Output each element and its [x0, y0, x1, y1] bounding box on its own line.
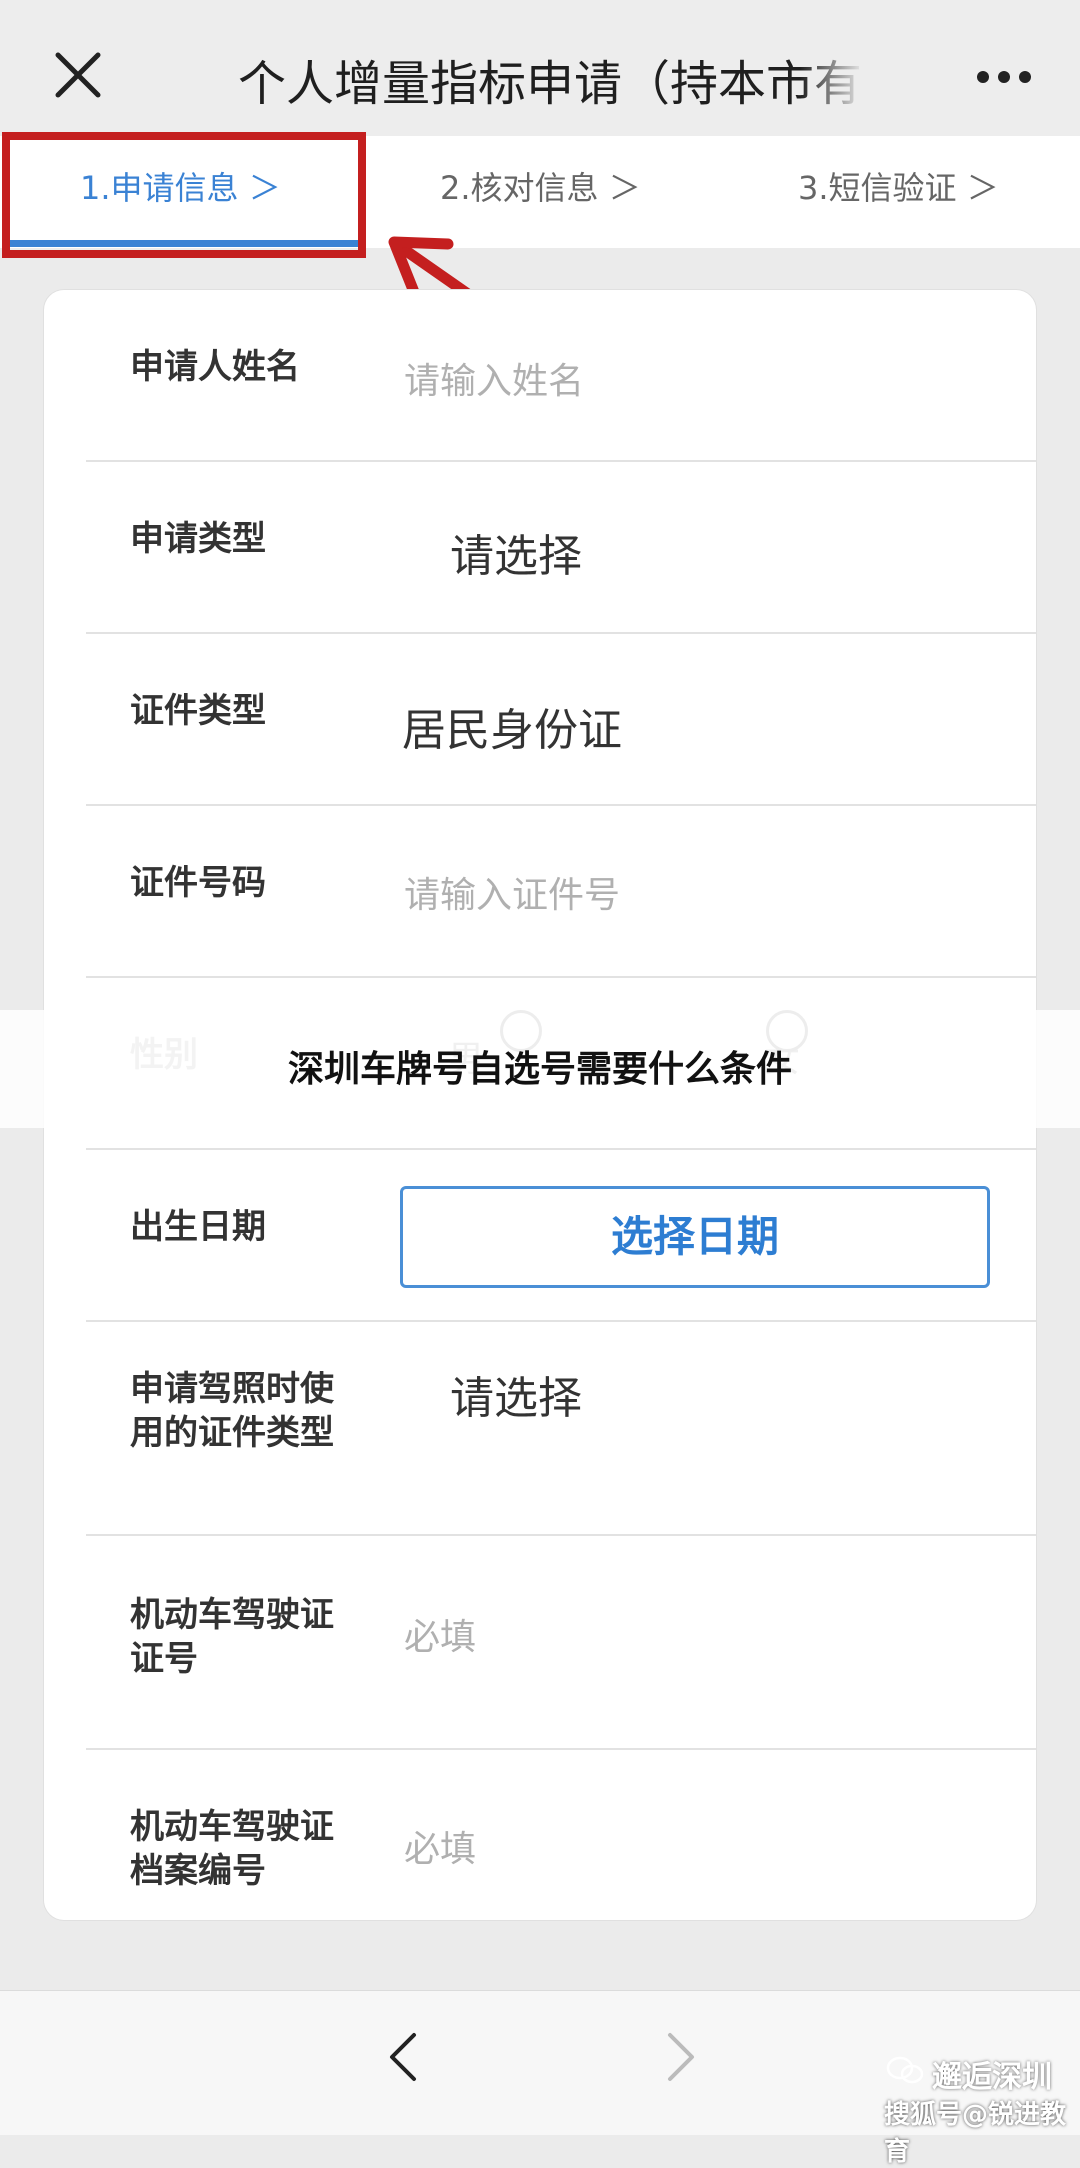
select-date-button[interactable]: 选择日期 — [400, 1186, 990, 1288]
field-label-line2: 用的证件类型 — [130, 1413, 334, 1453]
field-label-line1: 申请驾照时使 — [130, 1369, 334, 1409]
tab-step-3[interactable]: 3.短信验证 ＞ — [798, 136, 999, 248]
license-number-input[interactable]: 必填 — [404, 1608, 476, 1660]
page-title: 个人增量指标申请（持本市有 — [238, 56, 860, 112]
id-number-input[interactable]: 请输入证件号 — [404, 866, 620, 918]
row-apply-type: 申请类型 请选择 — [44, 462, 1036, 634]
chevron-left-icon[interactable] — [388, 2031, 418, 2083]
field-label-line2: 证号 — [130, 1639, 198, 1679]
name-input[interactable]: 请输入姓名 — [404, 352, 584, 404]
field-label: 证件号码 — [130, 863, 266, 903]
row-license-id-type: 申请驾照时使 用的证件类型 请选择 — [44, 1322, 1036, 1536]
id-type-select[interactable]: 居民身份证 — [402, 694, 622, 758]
top-bar: 个人增量指标申请（持本市有 — [0, 0, 1080, 136]
field-label: 出生日期 — [130, 1207, 266, 1247]
chevron-right-icon[interactable] — [666, 2031, 696, 2083]
watermark-account: 邂逅深圳 — [932, 2060, 1052, 2095]
field-label: 证件类型 — [130, 691, 266, 731]
watermark-source: 搜狐号@锐进教育 — [884, 2100, 1067, 2167]
field-label: 申请类型 — [130, 519, 266, 559]
license-id-type-select[interactable]: 请选择 — [450, 1362, 582, 1426]
title-fade — [800, 36, 864, 106]
row-license-number: 机动车驾驶证 证号 必填 — [44, 1536, 1036, 1750]
row-license-file-number: 机动车驾驶证 档案编号 必填 — [44, 1750, 1036, 1920]
field-label-line1: 机动车驾驶证 — [130, 1807, 334, 1847]
close-icon[interactable] — [55, 52, 101, 98]
highlight-box — [2, 132, 366, 258]
license-file-input[interactable]: 必填 — [404, 1820, 476, 1872]
row-applicant-name: 申请人姓名 请输入姓名 — [44, 290, 1036, 462]
wechat-icon — [886, 2056, 924, 2084]
field-label: 申请人姓名 — [130, 347, 300, 387]
row-birth-date: 出生日期 选择日期 — [44, 1150, 1036, 1322]
row-id-number: 证件号码 请输入证件号 — [44, 806, 1036, 978]
apply-type-select[interactable]: 请选择 — [450, 520, 582, 584]
field-label-line1: 机动车驾驶证 — [130, 1595, 334, 1635]
more-icon[interactable] — [976, 70, 1032, 84]
field-label-line2: 档案编号 — [130, 1851, 266, 1891]
overlay-banner-text: 深圳车牌号自选号需要什么条件 — [287, 1049, 792, 1090]
row-id-type: 证件类型 居民身份证 — [44, 634, 1036, 806]
